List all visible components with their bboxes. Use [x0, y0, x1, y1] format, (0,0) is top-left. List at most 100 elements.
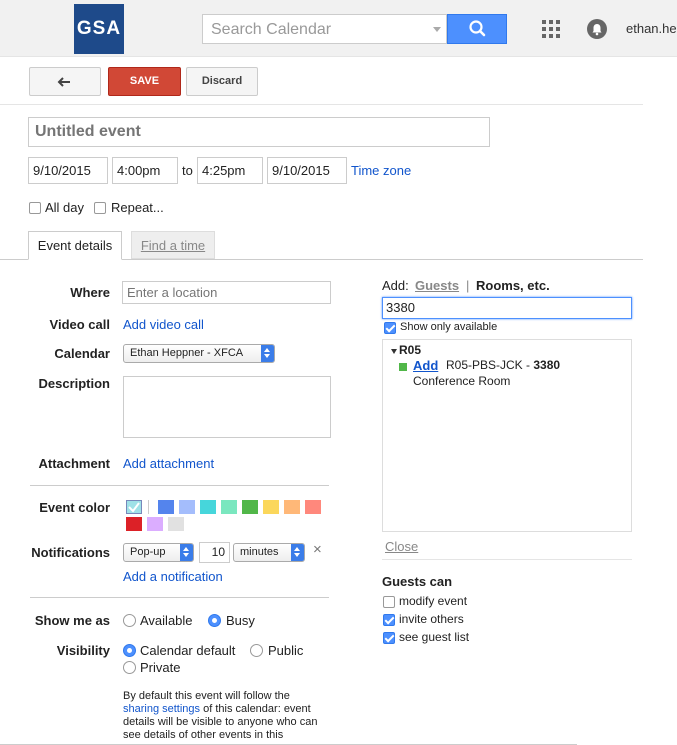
end-date-field[interactable]: 9/10/2015 [267, 157, 347, 184]
where-input[interactable] [122, 281, 331, 304]
tab-find-a-time[interactable]: Find a time [131, 231, 215, 259]
public-radio[interactable] [250, 644, 263, 657]
search-options-icon[interactable] [433, 27, 441, 32]
color-swatch[interactable] [305, 500, 321, 514]
search-input[interactable] [211, 20, 426, 40]
description-textarea[interactable] [123, 376, 331, 438]
time-zone-link[interactable]: Time zone [351, 163, 411, 178]
color-swatch[interactable] [168, 517, 184, 531]
modify-event-checkbox[interactable] [383, 596, 395, 608]
start-time-field[interactable]: 4:00pm [112, 157, 178, 184]
add-video-call-link[interactable]: Add video call [123, 317, 204, 332]
available-radio[interactable] [123, 614, 136, 627]
room-name: R05-PBS-JCK - [446, 358, 534, 372]
room-search-input[interactable]: 3380 [382, 297, 632, 319]
private-radio[interactable] [123, 661, 136, 674]
color-swatch[interactable] [200, 500, 216, 514]
show-only-available-label: Show only available [400, 321, 498, 333]
color-swatch[interactable] [126, 517, 142, 531]
to-label: to [182, 163, 193, 178]
color-swatch-selected[interactable] [126, 500, 142, 514]
calendar-select[interactable]: Ethan Heppner - XFCA [123, 344, 275, 363]
start-date-field[interactable]: 9/10/2015 [28, 157, 108, 184]
apps-grid-icon[interactable] [542, 20, 560, 38]
divider [0, 104, 643, 105]
divider [30, 485, 329, 486]
available-label: Available [140, 613, 193, 628]
where-label: Where [70, 285, 110, 300]
color-swatch[interactable] [242, 500, 258, 514]
notification-unit-select[interactable]: minutes [233, 543, 305, 562]
close-link[interactable]: Close [385, 539, 418, 554]
color-swatch[interactable] [263, 500, 279, 514]
sharing-settings-link[interactable]: sharing settings [123, 703, 200, 715]
event-title-input[interactable] [28, 117, 490, 147]
repeat-label: Repeat... [111, 200, 164, 215]
bell-icon[interactable] [587, 19, 607, 39]
modify-event-label: modify event [399, 594, 468, 608]
room-group-name: R05 [399, 343, 422, 357]
visibility-note: By default this event will follow the sh… [123, 690, 333, 742]
see-guest-list-checkbox[interactable] [383, 632, 395, 644]
search-icon [469, 20, 486, 37]
see-guest-list-label: see guest list [399, 630, 470, 644]
visibility-label: Visibility [56, 643, 110, 658]
notification-type-select[interactable]: Pop-up [123, 543, 194, 562]
invite-others-label: invite others [399, 612, 464, 626]
attachment-label: Attachment [38, 456, 110, 471]
calendar-default-radio[interactable] [123, 644, 136, 657]
discard-button[interactable]: Discard [186, 67, 258, 96]
color-swatch[interactable] [158, 500, 174, 514]
user-name[interactable]: ethan.he [626, 21, 677, 36]
all-day-checkbox[interactable] [29, 202, 41, 214]
search-button[interactable] [447, 14, 507, 44]
invite-others-checkbox[interactable] [383, 614, 395, 626]
arrow-left-icon [57, 77, 70, 87]
visibility-note-line: sharing settings of this calendar: event [123, 703, 333, 716]
end-time-field[interactable]: 4:25pm [197, 157, 263, 184]
divider [30, 597, 329, 598]
busy-radio[interactable] [208, 614, 221, 627]
public-label: Public [268, 643, 304, 658]
room-type: Conference Room [413, 374, 511, 388]
room-list: R05 Add R05-PBS-JCK - 3380 Conference Ro… [382, 339, 632, 532]
color-swatch[interactable] [179, 500, 195, 514]
show-me-as-label: Show me as [34, 613, 110, 628]
visibility-note-line: details will be visible to anyone who ca… [123, 716, 318, 728]
remove-notification-icon[interactable]: × [313, 541, 322, 558]
repeat-checkbox[interactable] [94, 202, 106, 214]
tab-event-details[interactable]: Event details [28, 231, 122, 260]
color-swatch[interactable] [147, 517, 163, 531]
video-call-label: Video call [49, 317, 110, 332]
expand-arrow-icon[interactable] [391, 349, 397, 354]
room-item: R05-PBS-JCK - 3380 [446, 358, 560, 372]
top-bar: GSA ethan.he [0, 0, 677, 57]
rooms-tab[interactable]: Rooms, etc. [476, 278, 550, 293]
gsa-logo[interactable]: GSA [74, 4, 124, 54]
calendar-default-label: Calendar default [140, 643, 236, 658]
show-only-available-checkbox[interactable] [384, 322, 396, 334]
divider [382, 559, 632, 560]
color-swatch[interactable] [221, 500, 237, 514]
add-room-link[interactable]: Add [413, 358, 438, 373]
save-button[interactable]: SAVE [108, 67, 181, 96]
add-attachment-link[interactable]: Add attachment [123, 456, 214, 471]
guests-can-label: Guests can [382, 574, 453, 589]
select-arrows-icon [261, 345, 274, 362]
check-icon [128, 502, 140, 513]
notification-value-input[interactable]: 10 [199, 542, 230, 563]
visibility-note-text: of this calendar: event [200, 703, 311, 715]
add-notification-link[interactable]: Add a notification [123, 569, 223, 584]
color-swatch[interactable] [284, 500, 300, 514]
select-arrows-icon [291, 544, 304, 561]
calendar-select-value: Ethan Heppner - XFCA [130, 347, 244, 359]
event-color-label: Event color [39, 500, 110, 515]
add-label: Add: [382, 278, 409, 293]
all-day-label: All day [45, 200, 85, 215]
select-arrows-icon [180, 544, 193, 561]
back-button[interactable] [29, 67, 101, 96]
calendar-label: Calendar [54, 346, 110, 361]
private-label: Private [140, 660, 181, 675]
guests-tab[interactable]: Guests [415, 278, 459, 293]
search-box[interactable] [202, 14, 447, 44]
